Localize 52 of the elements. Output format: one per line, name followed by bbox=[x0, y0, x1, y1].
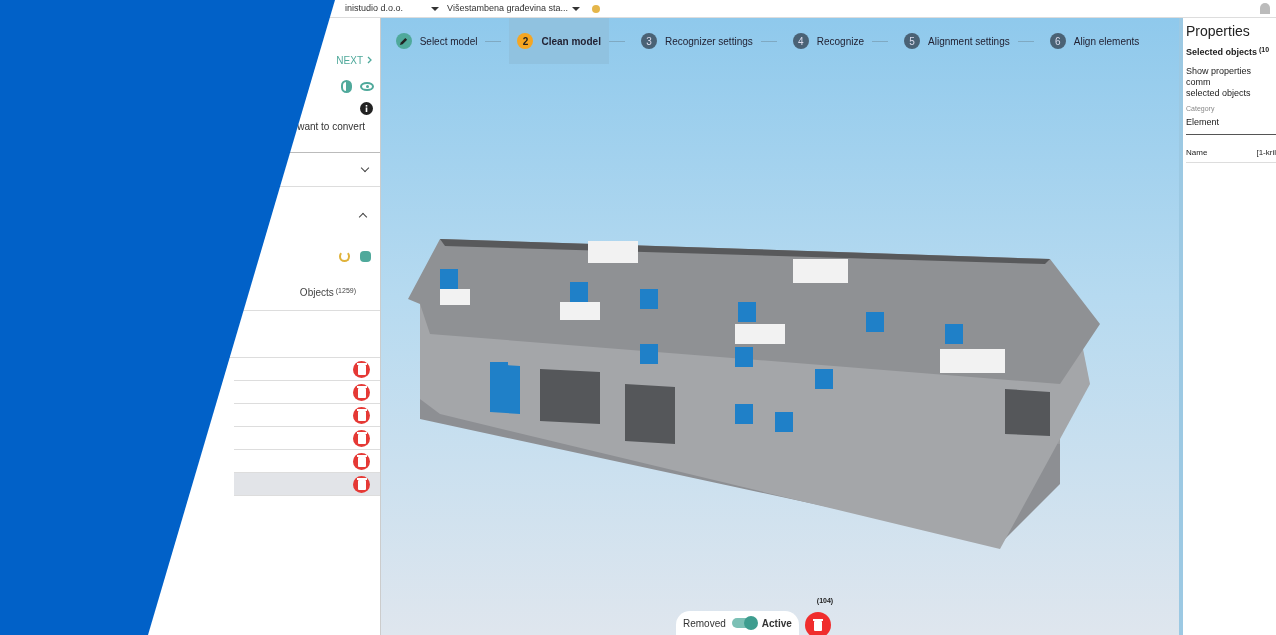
pencil-icon bbox=[395, 33, 412, 49]
step-number: 4 bbox=[792, 33, 809, 49]
step-number: 5 bbox=[904, 33, 921, 49]
caret-icon[interactable] bbox=[431, 6, 440, 11]
step-number: 3 bbox=[640, 33, 657, 49]
wizard-step[interactable]: 4 Recognize bbox=[784, 18, 873, 64]
selected-objects-label: Selected objects $^{(10}$ bbox=[1186, 46, 1271, 59]
caret-icon[interactable] bbox=[571, 6, 580, 11]
wizard-step[interactable]: 5 Alignment settings bbox=[896, 18, 1018, 64]
object-row[interactable] bbox=[234, 381, 380, 404]
objects-label: Objects $^{(1259)}$ bbox=[299, 285, 356, 300]
trash-icon bbox=[356, 432, 367, 444]
chevron-right-icon bbox=[367, 56, 372, 64]
delete-button[interactable] bbox=[353, 360, 370, 378]
trash-icon bbox=[356, 409, 367, 421]
delete-button[interactable] bbox=[353, 475, 370, 493]
delete-button[interactable] bbox=[353, 383, 370, 401]
step-number: 2 bbox=[517, 33, 534, 49]
removed-label: Removed bbox=[683, 616, 726, 631]
object-row[interactable] bbox=[234, 450, 380, 473]
trash-icon bbox=[356, 386, 367, 398]
info-text: want to convert bbox=[297, 119, 365, 134]
project-name: Višestambena građevina sta... bbox=[447, 1, 568, 15]
properties-title: Properties bbox=[1186, 22, 1251, 41]
trash-icon bbox=[356, 363, 367, 375]
delete-button[interactable] bbox=[353, 406, 370, 424]
object-row[interactable] bbox=[234, 358, 380, 381]
name-value: [1-kril bbox=[1256, 146, 1276, 159]
properties-description: Show properties comm selected objects bbox=[1186, 65, 1253, 99]
name-label: Name bbox=[1186, 146, 1208, 159]
trash-icon bbox=[356, 478, 367, 490]
save-icon[interactable] bbox=[360, 250, 371, 262]
wizard-step[interactable]: 2 Clean model bbox=[509, 18, 609, 64]
wizard-step[interactable]: 6 Align elements bbox=[1041, 18, 1148, 64]
category-value: Element bbox=[1186, 116, 1276, 135]
wizard-step[interactable]: 3 Recognizer settings bbox=[632, 18, 761, 64]
info-icon[interactable] bbox=[360, 101, 373, 115]
step-number: 6 bbox=[1049, 33, 1066, 49]
trash-icon bbox=[356, 455, 367, 467]
object-row[interactable] bbox=[234, 404, 380, 427]
active-label: Active bbox=[761, 616, 792, 631]
company-name: inistudio d.o.o. bbox=[345, 1, 404, 15]
delete-button[interactable] bbox=[353, 429, 370, 447]
contrast-icon[interactable] bbox=[341, 79, 352, 93]
eye-icon[interactable] bbox=[360, 81, 374, 91]
active-switch[interactable] bbox=[731, 618, 756, 628]
wizard-step[interactable]: Select model bbox=[387, 18, 486, 64]
object-row[interactable] bbox=[234, 427, 380, 450]
delete-button[interactable] bbox=[353, 452, 370, 470]
trash-icon bbox=[812, 619, 823, 631]
delete-button[interactable] bbox=[804, 612, 831, 635]
object-row[interactable] bbox=[234, 473, 380, 496]
